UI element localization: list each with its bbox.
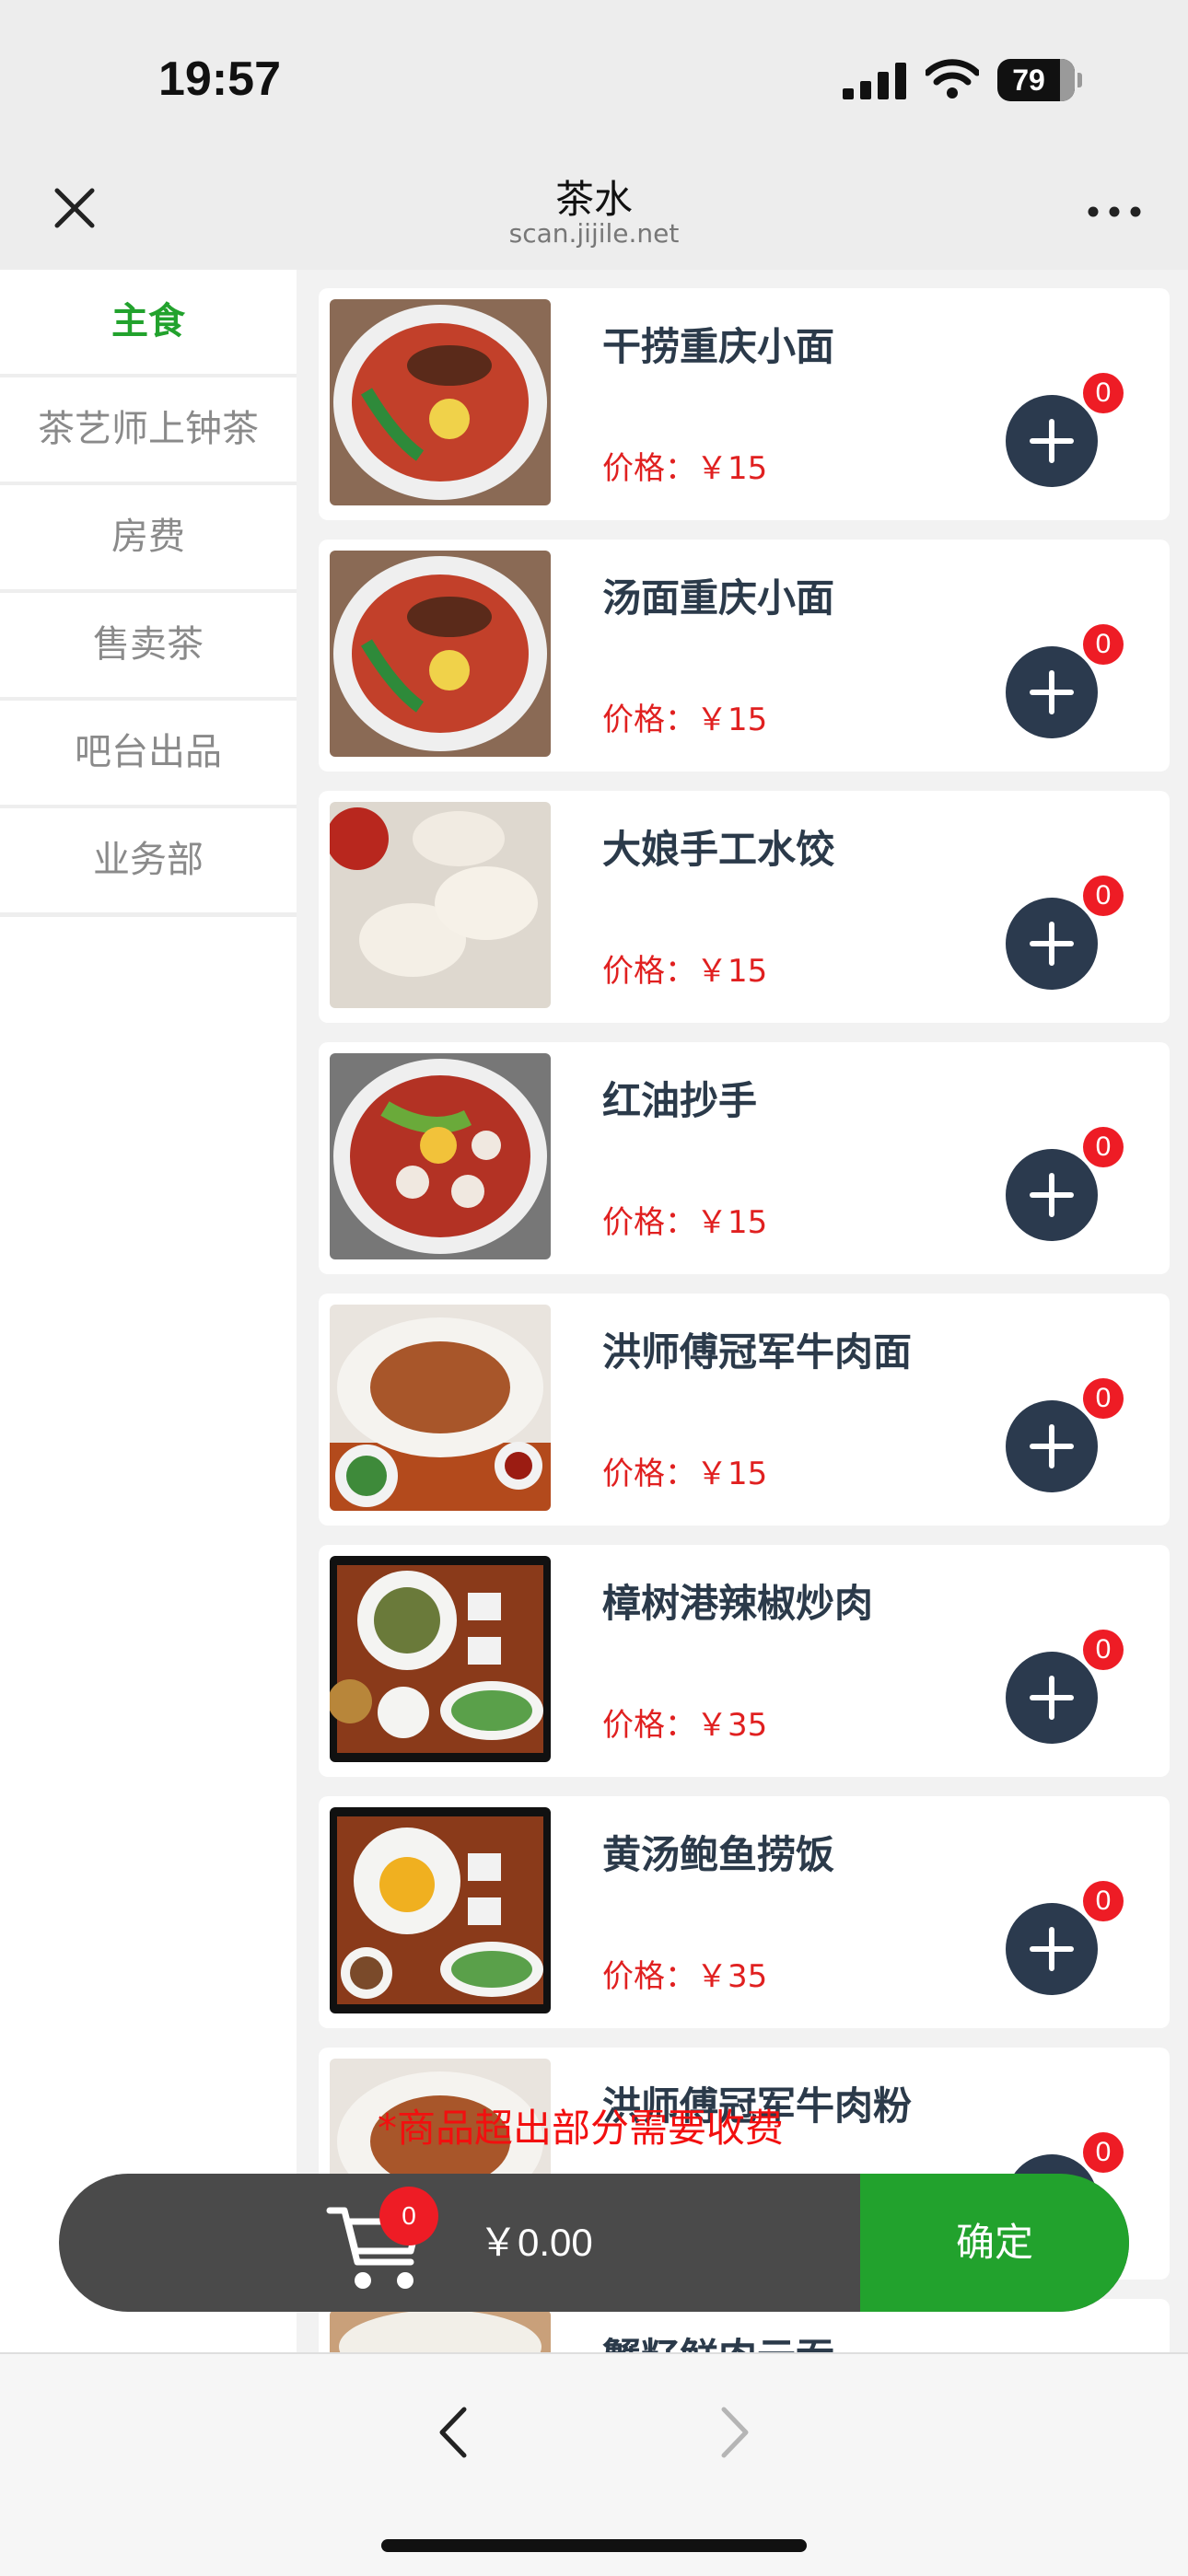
product-image xyxy=(330,551,551,757)
page-content: 主食 茶艺师上钟茶 房费 售卖茶 吧台出品 业务部 干捞重庆小面 价格：￥15 … xyxy=(0,270,1188,2352)
cart-total: ￥0.00 xyxy=(479,2221,593,2264)
quantity-badge: 0 xyxy=(1083,624,1124,665)
product-image xyxy=(330,1305,551,1511)
status-time: 19:57 xyxy=(158,52,281,106)
product-name: 洪师傅冠军牛肉面 xyxy=(602,1329,913,1375)
add-to-cart-button[interactable] xyxy=(1006,1903,1098,1995)
add-to-cart-button[interactable] xyxy=(1006,1400,1098,1492)
sidebar-item-room-fee[interactable]: 房费 xyxy=(0,485,297,594)
product-image xyxy=(330,1556,551,1762)
product-price: 价格：￥15 xyxy=(602,702,768,738)
product-card[interactable]: 黄汤鲍鱼捞饭 价格：￥35 0 xyxy=(319,1796,1170,2028)
product-name: 樟树港辣椒炒肉 xyxy=(602,1581,874,1626)
nav-bar: 茶水 scan.jijile.net xyxy=(0,152,1188,270)
battery-icon: 79 xyxy=(997,59,1082,101)
add-to-cart-button[interactable] xyxy=(1006,646,1098,738)
product-image xyxy=(330,2310,551,2352)
status-bar: 19:57 79 xyxy=(0,0,1188,152)
product-price: 价格：￥35 xyxy=(602,1958,768,1995)
sidebar-item-staple-food[interactable]: 主食 xyxy=(0,270,297,378)
product-price: 价格：￥15 xyxy=(602,1204,768,1241)
product-card[interactable]: 樟树港辣椒炒肉 价格：￥35 0 xyxy=(319,1545,1170,1777)
product-name: 干捞重庆小面 xyxy=(602,324,835,369)
quantity-badge: 0 xyxy=(1083,2132,1124,2173)
page-title: 茶水 xyxy=(554,177,633,222)
chevron-left-icon[interactable] xyxy=(425,2400,481,2465)
product-price: 价格：￥15 xyxy=(602,953,768,990)
add-to-cart-button[interactable] xyxy=(1006,1149,1098,1241)
product-image xyxy=(330,299,551,505)
product-list: 干捞重庆小面 价格：￥15 0 汤面重庆小面 价格：￥15 0 大娘手工水饺 价… xyxy=(297,270,1188,2352)
quantity-badge: 0 xyxy=(1083,876,1124,916)
sidebar-item-bar-items[interactable]: 吧台出品 xyxy=(0,701,297,809)
quantity-badge: 0 xyxy=(1083,373,1124,413)
cellular-signal-icon xyxy=(843,63,906,99)
product-card[interactable]: 大娘手工水饺 价格：￥15 0 xyxy=(319,791,1170,1023)
quantity-badge: 0 xyxy=(1083,1378,1124,1419)
product-image xyxy=(330,1053,551,1259)
product-name: 黄汤鲍鱼捞饭 xyxy=(602,1832,835,1877)
chevron-right-icon[interactable] xyxy=(707,2400,763,2465)
product-image xyxy=(330,802,551,1008)
product-price: 价格：￥15 xyxy=(602,450,768,487)
sidebar-item-tea-for-sale[interactable]: 售卖茶 xyxy=(0,593,297,702)
product-name: 蟹籽鲜肉云吞 xyxy=(602,2327,834,2352)
cart-count-badge: 0 xyxy=(379,2187,438,2245)
home-indicator xyxy=(381,2539,807,2552)
product-card[interactable]: 红油抄手 价格：￥15 0 xyxy=(319,1042,1170,1274)
product-name: 汤面重庆小面 xyxy=(602,575,835,621)
add-to-cart-button[interactable] xyxy=(1006,395,1098,487)
product-price: 价格：￥15 xyxy=(602,1456,768,1492)
add-to-cart-button[interactable] xyxy=(1006,1652,1098,1744)
page-url: scan.jijile.net xyxy=(508,218,680,249)
sidebar-item-tea-master-tea[interactable]: 茶艺师上钟茶 xyxy=(0,377,297,486)
product-name: 大娘手工水饺 xyxy=(602,827,835,872)
product-name: 红油抄手 xyxy=(602,1078,758,1123)
cart-bar: 0 ￥0.00 确定 xyxy=(59,2174,1129,2312)
quantity-badge: 0 xyxy=(1083,1127,1124,1167)
category-sidebar: 主食 茶艺师上钟茶 房费 售卖茶 吧台出品 业务部 xyxy=(0,270,297,2352)
battery-level: 79 xyxy=(1012,64,1045,97)
confirm-button[interactable]: 确定 xyxy=(860,2174,1129,2312)
product-image xyxy=(330,1807,551,2013)
wifi-icon xyxy=(926,59,979,99)
product-price: 价格：￥35 xyxy=(602,1707,768,1744)
more-icon[interactable] xyxy=(1082,198,1147,226)
product-card[interactable]: 汤面重庆小面 价格：￥15 0 xyxy=(319,540,1170,772)
add-to-cart-button[interactable] xyxy=(1006,898,1098,990)
quantity-badge: 0 xyxy=(1083,1630,1124,1670)
product-card[interactable]: 洪师傅冠军牛肉面 价格：￥15 0 xyxy=(319,1294,1170,1526)
quantity-badge: 0 xyxy=(1083,1881,1124,1921)
sidebar-item-business-dept[interactable]: 业务部 xyxy=(0,808,297,917)
surcharge-notice: *商品超出部分需要收费 xyxy=(378,2106,785,2151)
product-card[interactable]: 干捞重庆小面 价格：￥15 0 xyxy=(319,288,1170,520)
